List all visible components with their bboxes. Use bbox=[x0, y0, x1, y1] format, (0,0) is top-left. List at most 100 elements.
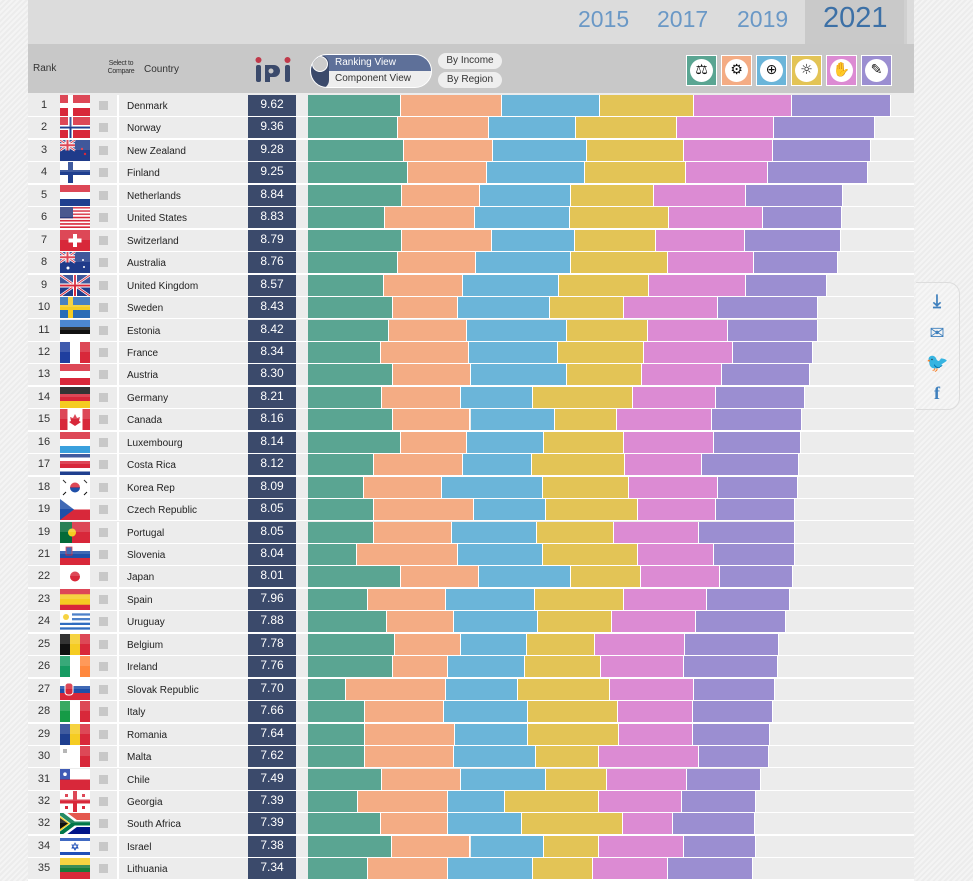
compare-checkbox[interactable] bbox=[99, 370, 108, 380]
bar-segment-component-3[interactable] bbox=[466, 431, 544, 453]
view-toggle[interactable]: Ranking View Component View bbox=[310, 54, 432, 88]
bar-segment-component-2[interactable] bbox=[373, 454, 464, 476]
bar-segment-component-3[interactable] bbox=[479, 566, 572, 588]
bar-segment-component-1[interactable] bbox=[308, 95, 402, 116]
bar-segment-component-3[interactable] bbox=[444, 701, 528, 723]
bar-segment-component-5[interactable] bbox=[668, 252, 755, 274]
bar-segment-component-4[interactable] bbox=[544, 835, 599, 857]
bar-segment-component-5[interactable] bbox=[600, 656, 684, 678]
compare-checkbox[interactable] bbox=[99, 415, 108, 425]
bar-segment-component-2[interactable] bbox=[345, 678, 447, 700]
bar-segment-component-4[interactable] bbox=[543, 476, 630, 498]
bar-segment-component-5[interactable] bbox=[684, 139, 774, 161]
country-name[interactable]: France bbox=[117, 341, 245, 363]
country-name[interactable]: Luxembourg bbox=[117, 431, 245, 453]
compare-checkbox[interactable] bbox=[99, 145, 108, 155]
compare-checkbox[interactable] bbox=[99, 123, 108, 133]
bar-segment-component-1[interactable] bbox=[308, 544, 358, 565]
bar-segment-component-2[interactable] bbox=[392, 409, 471, 431]
bar-segment-component-6[interactable] bbox=[732, 341, 814, 363]
bar-segment-component-5[interactable] bbox=[623, 813, 673, 835]
bar-segment-component-6[interactable] bbox=[701, 454, 800, 476]
bar-segment-component-3[interactable] bbox=[469, 341, 559, 363]
tab-2021[interactable]: 2021 bbox=[805, 0, 904, 44]
bar-segment-component-2[interactable] bbox=[394, 633, 462, 655]
country-name[interactable]: Estonia bbox=[117, 319, 245, 341]
bar-segment-component-3[interactable] bbox=[461, 633, 527, 655]
bar-segment-component-6[interactable] bbox=[668, 858, 754, 880]
bar-segment-component-1[interactable] bbox=[308, 117, 399, 139]
compare-checkbox[interactable] bbox=[99, 662, 108, 672]
bar-segment-component-2[interactable] bbox=[368, 588, 447, 610]
bar-segment-component-5[interactable] bbox=[686, 162, 769, 184]
country-name[interactable]: Ireland bbox=[117, 656, 245, 678]
bar-segment-component-3[interactable] bbox=[452, 521, 537, 543]
bar-segment-component-1[interactable] bbox=[308, 431, 401, 453]
country-name[interactable]: Italy bbox=[117, 701, 245, 723]
tab-2015[interactable]: 2015 bbox=[578, 6, 629, 33]
bar-segment-component-6[interactable] bbox=[745, 274, 828, 296]
compare-checkbox[interactable] bbox=[99, 594, 108, 604]
country-name[interactable]: Israel bbox=[117, 835, 245, 857]
bar-segment-component-4[interactable] bbox=[505, 790, 600, 812]
bar-segment-component-1[interactable] bbox=[308, 297, 393, 319]
bar-segment-component-2[interactable] bbox=[401, 566, 480, 588]
bar-segment-component-4[interactable] bbox=[527, 723, 620, 745]
compare-checkbox[interactable] bbox=[99, 303, 108, 313]
country-name[interactable]: Denmark bbox=[117, 95, 245, 116]
country-name[interactable]: Portugal bbox=[117, 521, 245, 543]
bar-segment-component-6[interactable] bbox=[696, 611, 786, 633]
country-name[interactable]: South Africa bbox=[117, 813, 245, 835]
bar-segment-component-6[interactable] bbox=[699, 746, 770, 768]
bar-segment-component-4[interactable] bbox=[585, 162, 687, 184]
bar-segment-component-1[interactable] bbox=[308, 611, 388, 633]
bar-segment-component-1[interactable] bbox=[308, 521, 375, 543]
bar-segment-component-4[interactable] bbox=[546, 499, 639, 521]
bar-segment-component-6[interactable] bbox=[683, 656, 779, 678]
bar-segment-component-2[interactable] bbox=[365, 746, 455, 768]
compare-checkbox[interactable] bbox=[99, 101, 108, 110]
by-income-button[interactable]: By Income bbox=[438, 53, 502, 69]
bar-segment-component-1[interactable] bbox=[308, 790, 359, 812]
download-icon[interactable]: ⤓ bbox=[926, 291, 948, 313]
bar-segment-component-6[interactable] bbox=[693, 723, 771, 745]
bar-segment-component-4[interactable] bbox=[558, 341, 645, 363]
bar-segment-component-5[interactable] bbox=[694, 95, 793, 116]
compare-checkbox[interactable] bbox=[99, 280, 108, 290]
bar-segment-component-4[interactable] bbox=[533, 386, 633, 408]
bar-segment-component-4[interactable] bbox=[587, 139, 685, 161]
bar-segment-component-5[interactable] bbox=[598, 835, 685, 857]
country-name[interactable]: Switzerland bbox=[117, 229, 245, 251]
bar-segment-component-1[interactable] bbox=[308, 499, 374, 521]
bar-segment-component-1[interactable] bbox=[308, 588, 369, 610]
bar-segment-component-5[interactable] bbox=[623, 588, 707, 610]
bar-segment-component-3[interactable] bbox=[454, 746, 537, 768]
bar-segment-component-4[interactable] bbox=[559, 274, 650, 296]
compare-checkbox[interactable] bbox=[99, 437, 108, 447]
bar-segment-component-5[interactable] bbox=[654, 184, 747, 206]
bar-segment-component-5[interactable] bbox=[677, 117, 774, 139]
compare-checkbox[interactable] bbox=[99, 729, 108, 739]
bar-segment-component-6[interactable] bbox=[768, 162, 868, 184]
bar-segment-component-5[interactable] bbox=[641, 364, 723, 386]
bar-segment-component-3[interactable] bbox=[447, 858, 533, 880]
compare-checkbox[interactable] bbox=[99, 505, 108, 515]
compare-checkbox[interactable] bbox=[99, 841, 108, 851]
compare-checkbox[interactable] bbox=[99, 325, 108, 335]
bar-segment-component-1[interactable] bbox=[308, 678, 346, 700]
bar-segment-component-2[interactable] bbox=[401, 95, 503, 116]
bar-segment-component-4[interactable] bbox=[527, 701, 618, 723]
bar-segment-component-5[interactable] bbox=[613, 521, 699, 543]
bar-segment-component-5[interactable] bbox=[610, 678, 695, 700]
bar-segment-component-3[interactable] bbox=[463, 274, 560, 296]
facebook-icon[interactable]: f bbox=[926, 382, 948, 404]
bar-segment-component-6[interactable] bbox=[722, 364, 811, 386]
compare-checkbox[interactable] bbox=[99, 864, 108, 874]
bar-segment-component-4[interactable] bbox=[536, 521, 614, 543]
bar-segment-component-1[interactable] bbox=[308, 858, 369, 880]
bar-segment-component-6[interactable] bbox=[706, 588, 791, 610]
country-name[interactable]: Malta bbox=[117, 746, 245, 768]
toggle-knob[interactable] bbox=[311, 55, 329, 87]
bar-segment-component-1[interactable] bbox=[308, 746, 366, 768]
compare-checkbox[interactable] bbox=[99, 639, 108, 649]
